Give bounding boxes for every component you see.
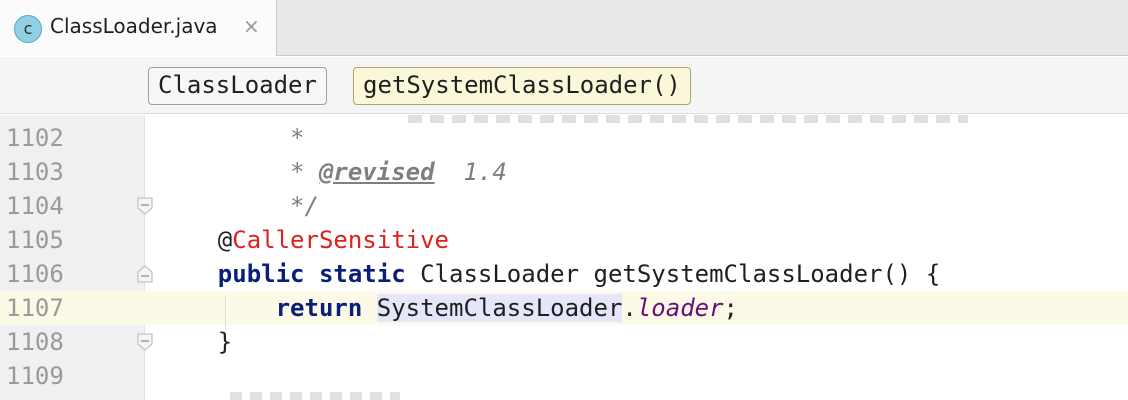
breadcrumb: ClassLoader getSystemClassLoader() [0,57,1128,114]
breadcrumb-method[interactable]: getSystemClassLoader() [353,67,691,105]
line-number: 1105 [6,226,64,254]
indent-guide [225,295,226,329]
code-text: * @revised 1.4 [290,158,507,186]
annotation-name: CallerSensitive [232,226,449,254]
close-icon[interactable]: × [243,14,260,38]
code-line: 1106 public static ClassLoader getSystem… [0,257,1128,291]
code-text: return SystemClassLoader.loader; [275,294,738,322]
tab-classloader-java[interactable]: c ClassLoader.java × [0,0,277,56]
highlighted-identifier: SystemClassLoader [376,294,623,322]
code-line: 1103 * @revised 1.4 [0,155,1128,189]
clipped-line-below [230,392,400,400]
code-line: 1102 * [0,121,1128,155]
code-line: 1109 [0,359,1128,393]
line-number: 1108 [6,328,64,356]
code-editor[interactable]: 1102 * 1103 * @revised 1.4 1104 */ 1105 … [0,115,1128,400]
line-number: 1107 [0,291,145,325]
javadoc-tag: @revised [318,158,435,186]
code-text: @CallerSensitive [217,226,449,254]
line-number: 1106 [6,260,64,288]
line-number: 1104 [6,192,64,220]
code-line: 1105 @CallerSensitive [0,223,1128,257]
code-text: * [290,124,305,152]
current-code-line: 1107 return SystemClassLoader.loader; [0,291,1128,325]
tab-label: ClassLoader.java [50,14,218,38]
class-c-icon: c [14,15,42,43]
fold-end-icon[interactable] [137,197,153,215]
code-text: */ [290,192,319,220]
breadcrumb-class[interactable]: ClassLoader [148,67,327,105]
line-number: 1109 [6,362,64,390]
line-number: 1103 [6,158,64,186]
code-line: 1108 } [0,325,1128,359]
code-text: } [217,328,233,356]
fold-start-icon[interactable] [137,265,153,283]
code-text: public static ClassLoader getSystemClass… [217,260,941,288]
editor-tab-bar: c ClassLoader.java × [0,0,1128,56]
code-line: 1104 */ [0,189,1128,223]
line-number: 1102 [6,124,64,152]
fold-end-icon[interactable] [137,333,153,351]
